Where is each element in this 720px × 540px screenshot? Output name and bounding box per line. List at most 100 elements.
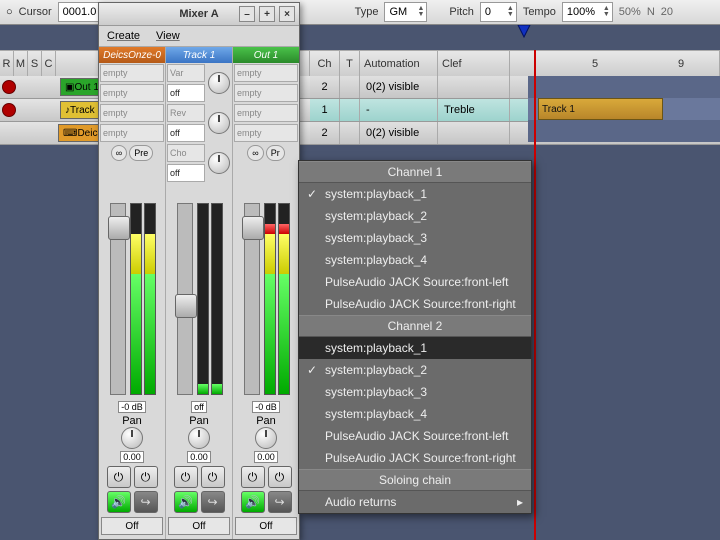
cell-clef — [438, 122, 510, 144]
power-button[interactable]: ⏻ — [107, 466, 131, 488]
insert-slot[interactable]: Rev — [167, 104, 205, 122]
tempo-input[interactable] — [565, 5, 603, 19]
link-button[interactable]: ∞ — [111, 145, 127, 161]
pitch-stepper[interactable]: ▲▼ — [507, 6, 514, 18]
menu-item[interactable]: PulseAudio JACK Source:front-left — [299, 271, 531, 293]
route-button[interactable]: ↪ — [268, 491, 292, 513]
speaker-icon: 🔊 — [178, 495, 193, 509]
menu-view[interactable]: View — [156, 30, 180, 42]
type-stepper[interactable]: ▲▼ — [417, 6, 424, 18]
tempo-stepper[interactable]: ▲▼ — [603, 6, 610, 18]
monitor-button[interactable]: 🔊 — [241, 491, 265, 513]
insert-slot[interactable]: empty — [100, 104, 164, 122]
volume-fader[interactable] — [110, 203, 126, 395]
routing-context-menu[interactable]: Channel 1system:playback_1system:playbac… — [298, 160, 532, 514]
insert-slot[interactable]: empty — [100, 64, 164, 82]
menu-item[interactable]: system:playback_1 — [299, 337, 531, 359]
power-button[interactable]: ⏻ — [174, 466, 198, 488]
timeline-ruler[interactable]: 5 9 — [510, 51, 720, 77]
menu-item[interactable]: system:playback_4 — [299, 249, 531, 271]
mixer-window[interactable]: Mixer A – + × Create View DeicsOnze-0emp… — [98, 2, 300, 540]
insert-slot[interactable]: off — [167, 84, 205, 102]
insert-slot[interactable]: empty — [100, 84, 164, 102]
window-close-button[interactable]: × — [279, 6, 295, 22]
insert-slot[interactable]: Var — [167, 64, 205, 82]
col-t[interactable]: T — [340, 51, 360, 77]
tempo-spinbox[interactable]: ▲▼ — [562, 2, 613, 22]
type-select[interactable]: ▲▼ — [384, 2, 427, 22]
pan-knob[interactable] — [188, 427, 210, 449]
menu-item[interactable]: Audio returns — [299, 491, 531, 513]
power-button-2[interactable]: ⏻ — [201, 466, 225, 488]
insert-slot[interactable]: empty — [234, 104, 298, 122]
menu-item[interactable]: system:playback_2 — [299, 359, 531, 381]
track-chip-track: ♪ Track — [60, 101, 100, 119]
strip-name[interactable]: DeicsOnze-0 — [99, 47, 165, 63]
col-c[interactable]: C — [42, 51, 56, 77]
link-button[interactable]: ∞ — [247, 145, 263, 161]
col-s[interactable]: S — [28, 51, 42, 77]
insert-slot[interactable]: empty — [234, 84, 298, 102]
menu-item[interactable]: system:playback_4 — [299, 403, 531, 425]
pitch-spinbox[interactable]: ▲▼ — [480, 2, 517, 22]
col-clef[interactable]: Clef — [438, 51, 510, 77]
menu-item[interactable]: PulseAudio JACK Source:front-right — [299, 293, 531, 315]
send-knob[interactable] — [208, 152, 230, 174]
strip-name[interactable]: Out 1 — [233, 47, 299, 63]
menu-item[interactable]: system:playback_2 — [299, 205, 531, 227]
pan-value: 0.00 — [254, 451, 278, 463]
pitch-input[interactable] — [483, 5, 507, 19]
menu-item[interactable]: system:playback_3 — [299, 227, 531, 249]
power-button[interactable]: ⏻ — [241, 466, 265, 488]
cursor-input[interactable] — [61, 5, 103, 19]
insert-slot[interactable]: empty — [100, 124, 164, 142]
record-dot-icon[interactable] — [2, 80, 16, 94]
power-button-2[interactable]: ⏻ — [134, 466, 158, 488]
insert-slot[interactable]: empty — [234, 64, 298, 82]
col-m[interactable]: M — [14, 51, 28, 77]
menu-section-header: Soloing chain — [299, 469, 531, 491]
strip-off-button[interactable]: Off — [101, 517, 162, 535]
cell-clef: Treble — [438, 99, 510, 121]
volume-fader[interactable] — [244, 203, 260, 395]
strip-name[interactable]: Track 1 — [166, 47, 232, 63]
menu-create[interactable]: Create — [107, 30, 140, 42]
mixer-titlebar[interactable]: Mixer A – + × — [99, 3, 299, 26]
insert-slot[interactable]: Cho — [167, 144, 205, 162]
strip-off-button[interactable]: Off — [235, 517, 296, 535]
window-maximize-button[interactable]: + — [259, 6, 275, 22]
insert-slot[interactable]: off — [167, 164, 205, 182]
menu-item[interactable]: PulseAudio JACK Source:front-right — [299, 447, 531, 469]
menu-item[interactable]: system:playback_3 — [299, 381, 531, 403]
route-button[interactable]: ↪ — [134, 491, 158, 513]
pan-value: 0.00 — [187, 451, 211, 463]
power-button-2[interactable]: ⏻ — [268, 466, 292, 488]
volume-fader[interactable] — [177, 203, 193, 395]
midi-clip[interactable]: Track 1 — [538, 98, 663, 120]
send-knob[interactable] — [208, 112, 230, 134]
playhead-marker-icon[interactable] — [516, 25, 532, 39]
record-dot-icon[interactable] — [2, 103, 16, 117]
monitor-button[interactable]: 🔊 — [174, 491, 198, 513]
type-input[interactable] — [387, 5, 417, 19]
route-button[interactable]: ↪ — [201, 491, 225, 513]
insert-slot[interactable]: empty — [234, 124, 298, 142]
window-minimize-button[interactable]: – — [239, 6, 255, 22]
col-ch[interactable]: Ch — [310, 51, 340, 77]
pan-knob[interactable] — [255, 427, 277, 449]
insert-slot[interactable]: off — [167, 124, 205, 142]
pre-button[interactable]: Pre — [129, 145, 153, 161]
strip-off-button[interactable]: Off — [168, 517, 229, 535]
cell-ch: 1 — [310, 99, 340, 121]
col-automation[interactable]: Automation — [360, 51, 438, 77]
send-knob[interactable] — [208, 72, 230, 94]
menu-item[interactable]: system:playback_1 — [299, 183, 531, 205]
pre-button[interactable]: Pr — [266, 145, 285, 161]
monitor-button[interactable]: 🔊 — [107, 491, 131, 513]
playhead[interactable] — [534, 50, 536, 540]
arrangement-view[interactable]: Track 1 — [528, 76, 720, 142]
pan-knob[interactable] — [121, 427, 143, 449]
menu-item[interactable]: PulseAudio JACK Source:front-left — [299, 425, 531, 447]
col-r[interactable]: R — [0, 51, 14, 77]
tempo-label: Tempo — [523, 6, 556, 18]
